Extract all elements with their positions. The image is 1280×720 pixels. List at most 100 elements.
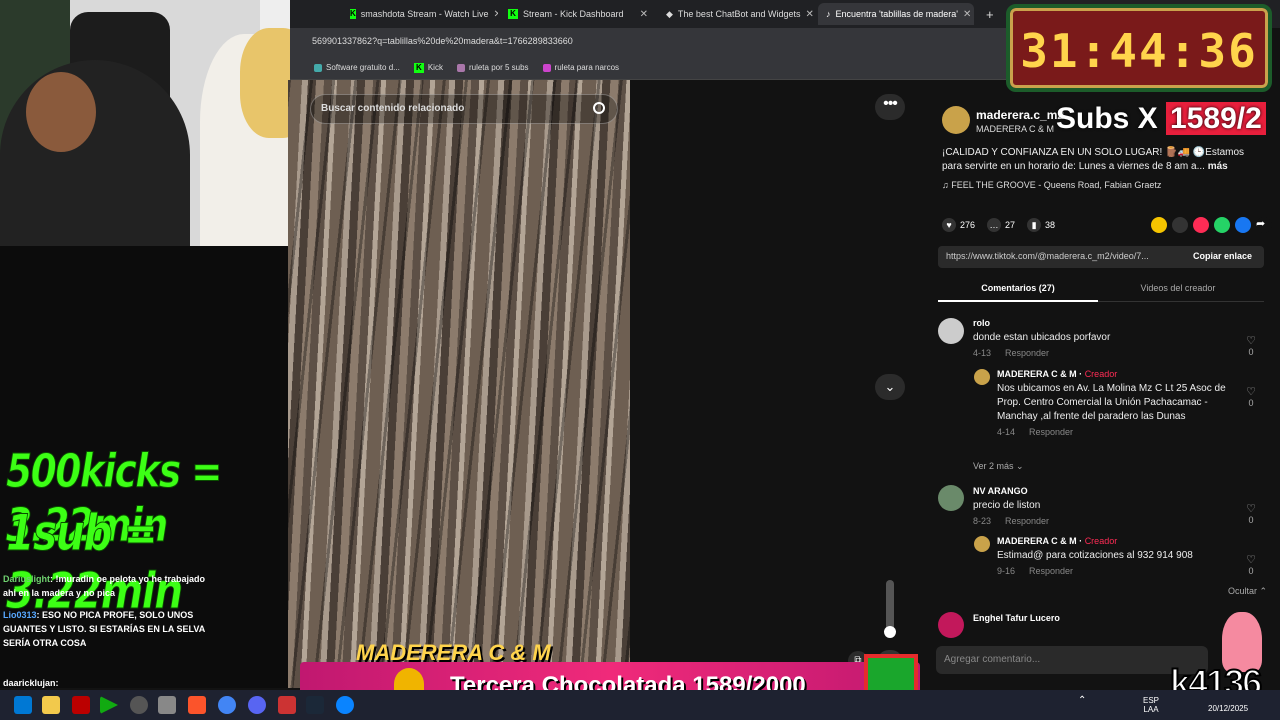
action-row: ♥ 276 … 27 ▮ 38 (942, 218, 1055, 232)
bookmark-ruleta-subs[interactable]: ruleta por 5 subs (456, 63, 529, 72)
comment-icon: … (987, 218, 1002, 232)
tab-creator-videos[interactable]: Videos del creador (1098, 283, 1258, 293)
see-more-replies[interactable]: Ver 2 más ⌄ (973, 461, 1024, 472)
music-row[interactable]: ♫ FEEL THE GROOVE - Queens Road, Fabian … (942, 180, 1161, 190)
comment-like[interactable]: ♡ 0 (1244, 385, 1258, 408)
app-icon[interactable] (158, 696, 176, 714)
new-tab-button[interactable]: + (978, 3, 998, 25)
steam-icon[interactable] (306, 696, 324, 714)
bookmark-icon: ▮ (1027, 218, 1042, 232)
next-video-button[interactable]: ⌄ (875, 374, 905, 400)
coin-icon[interactable] (1151, 217, 1167, 233)
language-indicator[interactable]: ESP LAA (1143, 696, 1159, 714)
whatsapp-icon[interactable] (1214, 217, 1230, 233)
send-icon[interactable] (1193, 217, 1209, 233)
commenter-avatar[interactable] (938, 318, 964, 344)
tab-tiktok-search[interactable]: ♪ Encuentra 'tablillas de madera' ✕ (818, 3, 974, 25)
chat-user: Lio0313 (3, 610, 37, 620)
clock-date[interactable]: 20/12/2025 (1208, 704, 1248, 713)
panel-tabs: Comentarios (27) Videos del creador (938, 276, 1264, 302)
reply-button[interactable]: Responder (1029, 566, 1073, 576)
kick-icon: K (508, 9, 518, 19)
chrome-icon[interactable] (218, 696, 236, 714)
hide-replies[interactable]: Ocultar ⌃ (1228, 586, 1267, 597)
bookmark-icon (542, 63, 551, 72)
reply-button[interactable]: Responder (1029, 427, 1073, 437)
copy-link-button[interactable]: Copiar enlace (1193, 251, 1252, 261)
chevron-down-icon: ⌄ (1016, 461, 1024, 471)
search-icon[interactable] (593, 102, 605, 114)
author-avatar[interactable] (942, 106, 970, 134)
windows-start-icon[interactable] (14, 696, 32, 714)
video-player[interactable] (288, 80, 630, 688)
bookmarks-bar: Software gratuito d... K Kick ruleta por … (290, 56, 1010, 80)
app-icon[interactable] (278, 696, 296, 714)
bookmark-icon (314, 63, 322, 72)
like-button[interactable]: ♥ 276 (942, 218, 975, 232)
embed-icon[interactable] (1172, 217, 1188, 233)
share-arrow-icon[interactable]: ➦ (1256, 217, 1272, 233)
streamer (0, 60, 190, 246)
add-comment-input[interactable]: Agregar comentario... (936, 646, 1208, 674)
chat-user: Dariuslight (3, 574, 51, 584)
obs-icon[interactable] (130, 696, 148, 714)
tab-chatbot[interactable]: ◆ The best ChatBot and Widgets ✕ (658, 3, 814, 25)
creator-avatar[interactable] (974, 369, 990, 385)
more-options-button[interactable]: ••• (875, 94, 905, 120)
close-icon[interactable]: ✕ (806, 9, 814, 20)
volume-slider[interactable] (884, 580, 896, 638)
tab-smashdota[interactable]: Ksmashdota Stream - Watch Live ✕ (342, 3, 498, 25)
comment-reply: MADERERA C & M · Creador Estimad@ para c… (997, 536, 1193, 576)
discord-icon[interactable] (248, 696, 266, 714)
bookmark-software[interactable]: Software gratuito d... (314, 63, 400, 72)
close-icon[interactable]: ✕ (963, 9, 971, 20)
creator-badge: Creador (1084, 536, 1118, 546)
creator-avatar[interactable] (974, 536, 990, 552)
bookmark-icon (456, 63, 465, 72)
save-button[interactable]: ▮ 38 (1027, 218, 1055, 232)
heart-icon: ♥ (942, 218, 956, 232)
tab-comments[interactable]: Comentarios (27) (938, 283, 1098, 302)
chevron-up-icon[interactable]: ⌃ (1078, 696, 1086, 706)
heart-outline-icon: ♡ (1246, 386, 1256, 398)
post-description: ¡CALIDAD Y CONFIANZA EN UN SOLO LUGAR! 🪵… (942, 147, 1245, 172)
app-icon[interactable] (336, 696, 354, 714)
commenter-avatar[interactable] (938, 485, 964, 511)
streamer-face (26, 72, 96, 152)
comments-panel: maderera.c_m2 MADERERA C & M ¡CALIDAD Y … (918, 80, 1280, 690)
tab-kick-dashboard[interactable]: K Stream - Kick Dashboard ✕ (500, 3, 656, 25)
comment-item: Enghel Tafur Lucero (973, 613, 1060, 623)
share-row: ➦ (1151, 217, 1272, 233)
app-icon[interactable] (72, 696, 90, 714)
bookmark-kick[interactable]: K Kick (413, 62, 443, 73)
close-icon[interactable]: ✕ (640, 9, 648, 20)
reply-button[interactable]: Responder (1005, 516, 1049, 526)
link-field[interactable]: https://www.tiktok.com/@maderera.c_m2/vi… (938, 246, 1264, 268)
bookmark-ruleta-narcos[interactable]: ruleta para narcos (542, 63, 619, 72)
creator-badge: Creador (1084, 369, 1118, 379)
file-explorer-icon[interactable] (42, 696, 60, 714)
kick-icon: K (413, 62, 424, 73)
comment-like[interactable]: ♡ 0 (1244, 553, 1258, 576)
subs-counter: Subs X 1589/2 (1056, 102, 1266, 136)
more-link[interactable]: más (1208, 161, 1228, 172)
volume-knob[interactable] (884, 626, 896, 638)
chat-message: Lio0313: ESO NO PICA PROFE, SOLO UNOS GU… (3, 608, 208, 650)
chat-user: daaricklujan (3, 678, 56, 688)
facebook-icon[interactable] (1235, 217, 1251, 233)
comment-like[interactable]: ♡ 0 (1244, 502, 1258, 525)
related-search-input[interactable]: Buscar contenido relacionado (310, 94, 618, 124)
heart-outline-icon: ♡ (1246, 503, 1256, 515)
commenter-avatar[interactable] (938, 612, 964, 638)
comment-button[interactable]: … 27 (987, 218, 1015, 232)
kick-icon: K (350, 9, 356, 19)
author-handle[interactable]: maderera.c_m2 (976, 108, 1064, 122)
comment-like[interactable]: ♡ 0 (1244, 334, 1258, 357)
play-icon[interactable] (100, 696, 118, 714)
comment-item: rolo donde estan ubicados porfavor 4-13 R… (973, 318, 1111, 358)
close-icon[interactable]: ✕ (494, 9, 499, 20)
address-bar[interactable]: 569901337862?q=tablillas%20de%20madera&t… (290, 28, 1010, 56)
reply-button[interactable]: Responder (1005, 348, 1049, 358)
chat-message: daaricklujan: (3, 676, 208, 690)
brave-icon[interactable] (188, 696, 206, 714)
